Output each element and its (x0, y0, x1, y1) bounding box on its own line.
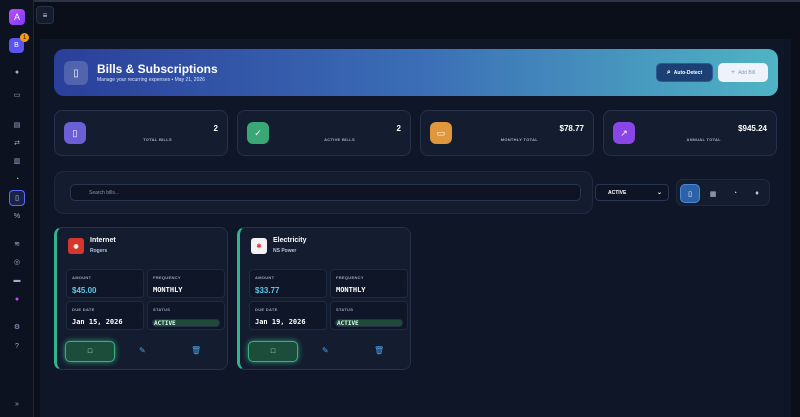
sidebar: A B 1 ● ▭ ▤ ⇄ ▥ ◔ ▯ % ≋ ◎ ▬ ● ⚙ ? » (0, 0, 34, 417)
chevron-down-icon: ⌄ (656, 190, 662, 196)
trash-icon[interactable]: 🗑 (191, 346, 201, 355)
status-badge: ACTIVE (335, 319, 403, 327)
plus-icon: + (730, 69, 736, 76)
stat-card-total-bills: ▯ 2 TOTAL BILLS (54, 110, 228, 156)
mark-paid-button[interactable]: □ (248, 341, 298, 362)
document-icon: ▯ (64, 61, 88, 85)
stat-label: MONTHLY TOTAL (500, 137, 538, 142)
bill-name: Internet (90, 237, 116, 244)
amount-cell: AMOUNT $33.77 (249, 269, 327, 298)
stat-card-annual-total: ↗ $945.24 ANNUAL TOTAL (603, 110, 777, 156)
frequency-cell: FREQUENCY MONTHLY (147, 269, 225, 298)
amount-value: $33.77 (255, 286, 280, 295)
user-avatar[interactable]: B 1 (9, 33, 29, 53)
stat-value: $945.24 (738, 124, 767, 133)
card-icon[interactable]: ▬ (9, 272, 25, 288)
bill-card[interactable]: ✱ Electricity NS Power AMOUNT $33.77 FRE… (237, 227, 411, 370)
stat-card-active-bills: ✓ 2 ACTIVE BILLS (237, 110, 411, 156)
status-label: STATUS (153, 307, 171, 312)
search-placeholder: Search bills... (89, 189, 120, 196)
status-filter-select[interactable]: ACTIVE ⌄ (595, 184, 669, 201)
auto-detect-button[interactable]: ⌕ Auto-Detect (656, 63, 713, 82)
stat-value: 2 (213, 124, 218, 133)
bill-provider: NS Power (273, 248, 297, 254)
signal-icon[interactable]: ≋ (9, 236, 25, 252)
stat-label: ACTIVE BILLS (324, 137, 355, 142)
edit-icon[interactable]: ✎ (322, 346, 329, 355)
due-date-value: Jan 19, 2026 (255, 318, 306, 326)
trash-icon[interactable]: 🗑 (374, 346, 384, 355)
due-date-cell: DUE DATE Jan 15, 2026 (66, 301, 144, 330)
bill-provider: Rogers (90, 248, 108, 254)
hamburger-icon: ≡ (42, 10, 48, 20)
collapse-sidebar-icon[interactable]: » (9, 396, 25, 412)
amount-label: AMOUNT (72, 275, 92, 280)
mark-paid-button[interactable]: □ (65, 341, 115, 362)
status-label: STATUS (336, 307, 354, 312)
search-icon: ⌕ (666, 68, 671, 76)
document-icon: ▯ (688, 190, 692, 198)
page-header: ▯ Bills & Subscriptions Manage your recu… (54, 49, 778, 96)
stat-value: 2 (396, 124, 401, 133)
dashboard-icon[interactable]: ● (9, 64, 25, 80)
due-date-label: DUE DATE (72, 307, 95, 312)
frequency-label: FREQUENCY (153, 275, 181, 280)
view-switcher: ▯ ▦ ◔ ♦ (676, 179, 770, 206)
due-date-cell: DUE DATE Jan 19, 2026 (249, 301, 327, 330)
bills-icon[interactable]: ▯ (9, 190, 25, 206)
due-date-label: DUE DATE (255, 307, 278, 312)
calendar-view-button[interactable]: ▦ (703, 184, 723, 203)
settings-icon[interactable]: ⚙ (9, 319, 25, 335)
provider-logo-icon: ◉ (68, 238, 84, 254)
square-icon: □ (87, 348, 93, 355)
bill-card[interactable]: ◉ Internet Rogers AMOUNT $45.00 FREQUENC… (54, 227, 228, 370)
target-icon[interactable]: ◎ (9, 254, 25, 270)
page-title: Bills & Subscriptions (97, 62, 218, 76)
square-icon: □ (270, 348, 276, 355)
stat-card-monthly-total: ▭ $78.77 MONTHLY TOTAL (420, 110, 594, 156)
frequency-cell: FREQUENCY MONTHLY (330, 269, 408, 298)
status-cell: STATUS ACTIVE (330, 301, 408, 330)
add-bill-label: Add Bill (738, 69, 756, 76)
wallet-icon[interactable]: ▭ (9, 87, 25, 103)
status-filter-value: ACTIVE (608, 189, 627, 196)
avatar-initial: B (14, 42, 19, 49)
provider-logo-icon: ✱ (251, 238, 267, 254)
accounts-icon[interactable]: ▤ (9, 117, 25, 133)
bill-name: Electricity (273, 237, 307, 244)
notification-badge: 1 (20, 33, 29, 42)
due-date-value: Jan 15, 2026 (72, 318, 123, 326)
amount-cell: AMOUNT $45.00 (66, 269, 144, 298)
lightbulb-icon: ♦ (755, 190, 759, 197)
help-icon[interactable]: ? (9, 338, 25, 354)
add-bill-button[interactable]: + Add Bill (718, 63, 768, 82)
amount-value: $45.00 (72, 286, 97, 295)
stat-value: $78.77 (559, 124, 584, 133)
budget-icon[interactable]: ◔ (9, 171, 25, 187)
frequency-value: MONTHLY (336, 286, 366, 294)
savings-icon[interactable]: ● (9, 291, 25, 307)
reports-icon[interactable]: ▥ (9, 153, 25, 169)
percent-icon[interactable]: % (9, 208, 25, 224)
list-view-button[interactable]: ▯ (680, 184, 700, 203)
amount-label: AMOUNT (255, 275, 275, 280)
pie-chart-icon: ◔ (732, 190, 738, 197)
edit-icon[interactable]: ✎ (139, 346, 146, 355)
stat-label: TOTAL BILLS (143, 137, 172, 142)
status-badge: ACTIVE (152, 319, 220, 327)
pie-view-button[interactable]: ◔ (725, 184, 745, 203)
frequency-label: FREQUENCY (336, 275, 364, 280)
app-logo[interactable]: A (9, 9, 25, 25)
frequency-value: MONTHLY (153, 286, 183, 294)
calendar-icon: ▦ (709, 190, 717, 198)
page-subtitle: Manage your recurring expenses • May 21,… (97, 77, 205, 83)
window-top-border (0, 0, 800, 2)
stat-label: ANNUAL TOTAL (686, 137, 721, 142)
insights-view-button[interactable]: ♦ (747, 184, 767, 203)
auto-detect-label: Auto-Detect (673, 69, 703, 76)
status-cell: STATUS ACTIVE (147, 301, 225, 330)
menu-toggle-button[interactable]: ≡ (36, 6, 54, 24)
search-input[interactable]: Search bills... (70, 184, 581, 201)
transfer-icon[interactable]: ⇄ (9, 135, 25, 151)
